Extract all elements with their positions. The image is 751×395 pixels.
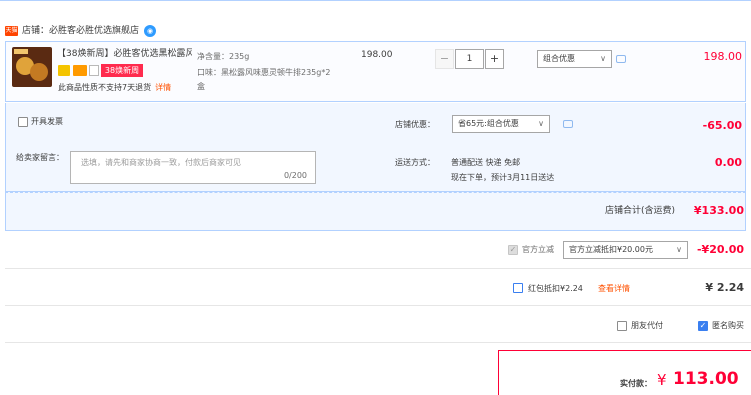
payment-amount: 113.00: [673, 369, 739, 389]
friend-pay-label[interactable]: 朋友代付: [631, 320, 663, 332]
red-packet-details-link[interactable]: 查看详情: [598, 283, 630, 295]
invoice-label[interactable]: 开具发票: [31, 116, 63, 128]
store-discount-select[interactable]: 省65元:组合优惠 ∨: [452, 115, 550, 133]
pastry-image: [30, 63, 48, 81]
product-thumbnail[interactable]: [12, 47, 52, 87]
official-discount-value: 官方立减抵扣¥20.00元: [569, 245, 653, 254]
shipping-eta: 现在下单，预计3月11日送达: [451, 173, 555, 182]
store-discount-label: 店铺优惠：: [395, 120, 435, 129]
divider: [5, 268, 751, 269]
tmall-store-icon: 天猫: [5, 26, 18, 36]
guarantee-icon: [89, 65, 99, 76]
store-total-label: 店铺合计(含运费): [605, 206, 676, 216]
divider: [5, 305, 751, 306]
red-packet-label: 红包抵扣¥2.24: [528, 284, 583, 293]
chevron-down-icon: ∨: [676, 245, 682, 254]
payment-label: 实付款：: [620, 379, 652, 388]
official-discount-label: 官方立减: [522, 245, 554, 254]
discount-info-icon[interactable]: [616, 55, 626, 63]
invoice-checkbox[interactable]: [18, 117, 28, 127]
promo-badge: 38焕新周: [101, 64, 143, 77]
store-name[interactable]: 店铺：必胜客必胜优选旗舰店: [22, 24, 139, 38]
shipping-method: 普通配送 快递 免邮: [451, 158, 521, 167]
top-divider: [0, 0, 751, 3]
return-notice-text: 此商品性质不支持7天退货: [58, 83, 152, 92]
chevron-down-icon: ∨: [600, 54, 606, 63]
item-discount-select[interactable]: 组合优惠 ∨: [537, 50, 612, 68]
friend-pay-checkbox[interactable]: [617, 321, 627, 331]
wangwang-chat-icon[interactable]: ◉: [144, 25, 156, 37]
store-discount-value: 省65元:组合优惠: [458, 119, 519, 128]
tmall-service-icon: [58, 65, 70, 76]
unit-price: 198.00: [361, 50, 393, 60]
payment-card-icon: [73, 65, 87, 76]
store-discount-amount: -65.00: [702, 119, 742, 132]
discount-info-icon[interactable]: [563, 120, 573, 128]
return-details-link[interactable]: 详情: [155, 83, 171, 92]
message-char-count: 0/200: [283, 171, 307, 180]
message-placeholder: 选填，请先和商家协商一致，付款后商家可见: [81, 158, 241, 167]
payment-currency: ¥: [657, 371, 667, 389]
item-subtotal: 198.00: [703, 50, 743, 63]
store-total-amount: ¥133.00: [693, 204, 744, 217]
quantity-stepper: − 1 +: [435, 49, 505, 69]
red-packet-amount: ¥ 2.24: [705, 281, 744, 294]
shipping-label: 运送方式：: [395, 158, 435, 167]
product-title[interactable]: 【38焕新周】必胜客优选黑松露风味...: [57, 48, 192, 61]
divider: [5, 342, 751, 343]
anonymous-label[interactable]: 匿名购买: [712, 320, 744, 332]
return-notice: 此商品性质不支持7天退货 详情: [58, 82, 171, 94]
official-discount-amount: -¥20.00: [696, 243, 744, 256]
message-label: 给卖家留言：: [16, 153, 64, 162]
official-discount-checkbox[interactable]: ✓: [508, 245, 518, 255]
brand-logo-icon: [14, 49, 28, 54]
shipping-amount: 0.00: [714, 156, 742, 169]
anonymous-checkbox[interactable]: ✓: [698, 321, 708, 331]
increase-quantity-button[interactable]: +: [485, 49, 504, 69]
spec-flavor: 口味：黑松露风味惠灵顿牛排235g*2盒: [197, 68, 331, 91]
official-discount-select[interactable]: 官方立减抵扣¥20.00元 ∨: [563, 241, 688, 259]
item-discount-value: 组合优惠: [543, 54, 575, 63]
seller-message-input[interactable]: 选填，请先和商家协商一致，付款后商家可见 0/200: [70, 151, 316, 184]
decrease-quantity-button[interactable]: −: [435, 49, 454, 69]
chevron-down-icon: ∨: [538, 119, 544, 128]
spec-weight: 净含量：235g: [197, 52, 250, 61]
quantity-input[interactable]: 1: [455, 49, 484, 69]
red-packet-checkbox[interactable]: [513, 283, 523, 293]
